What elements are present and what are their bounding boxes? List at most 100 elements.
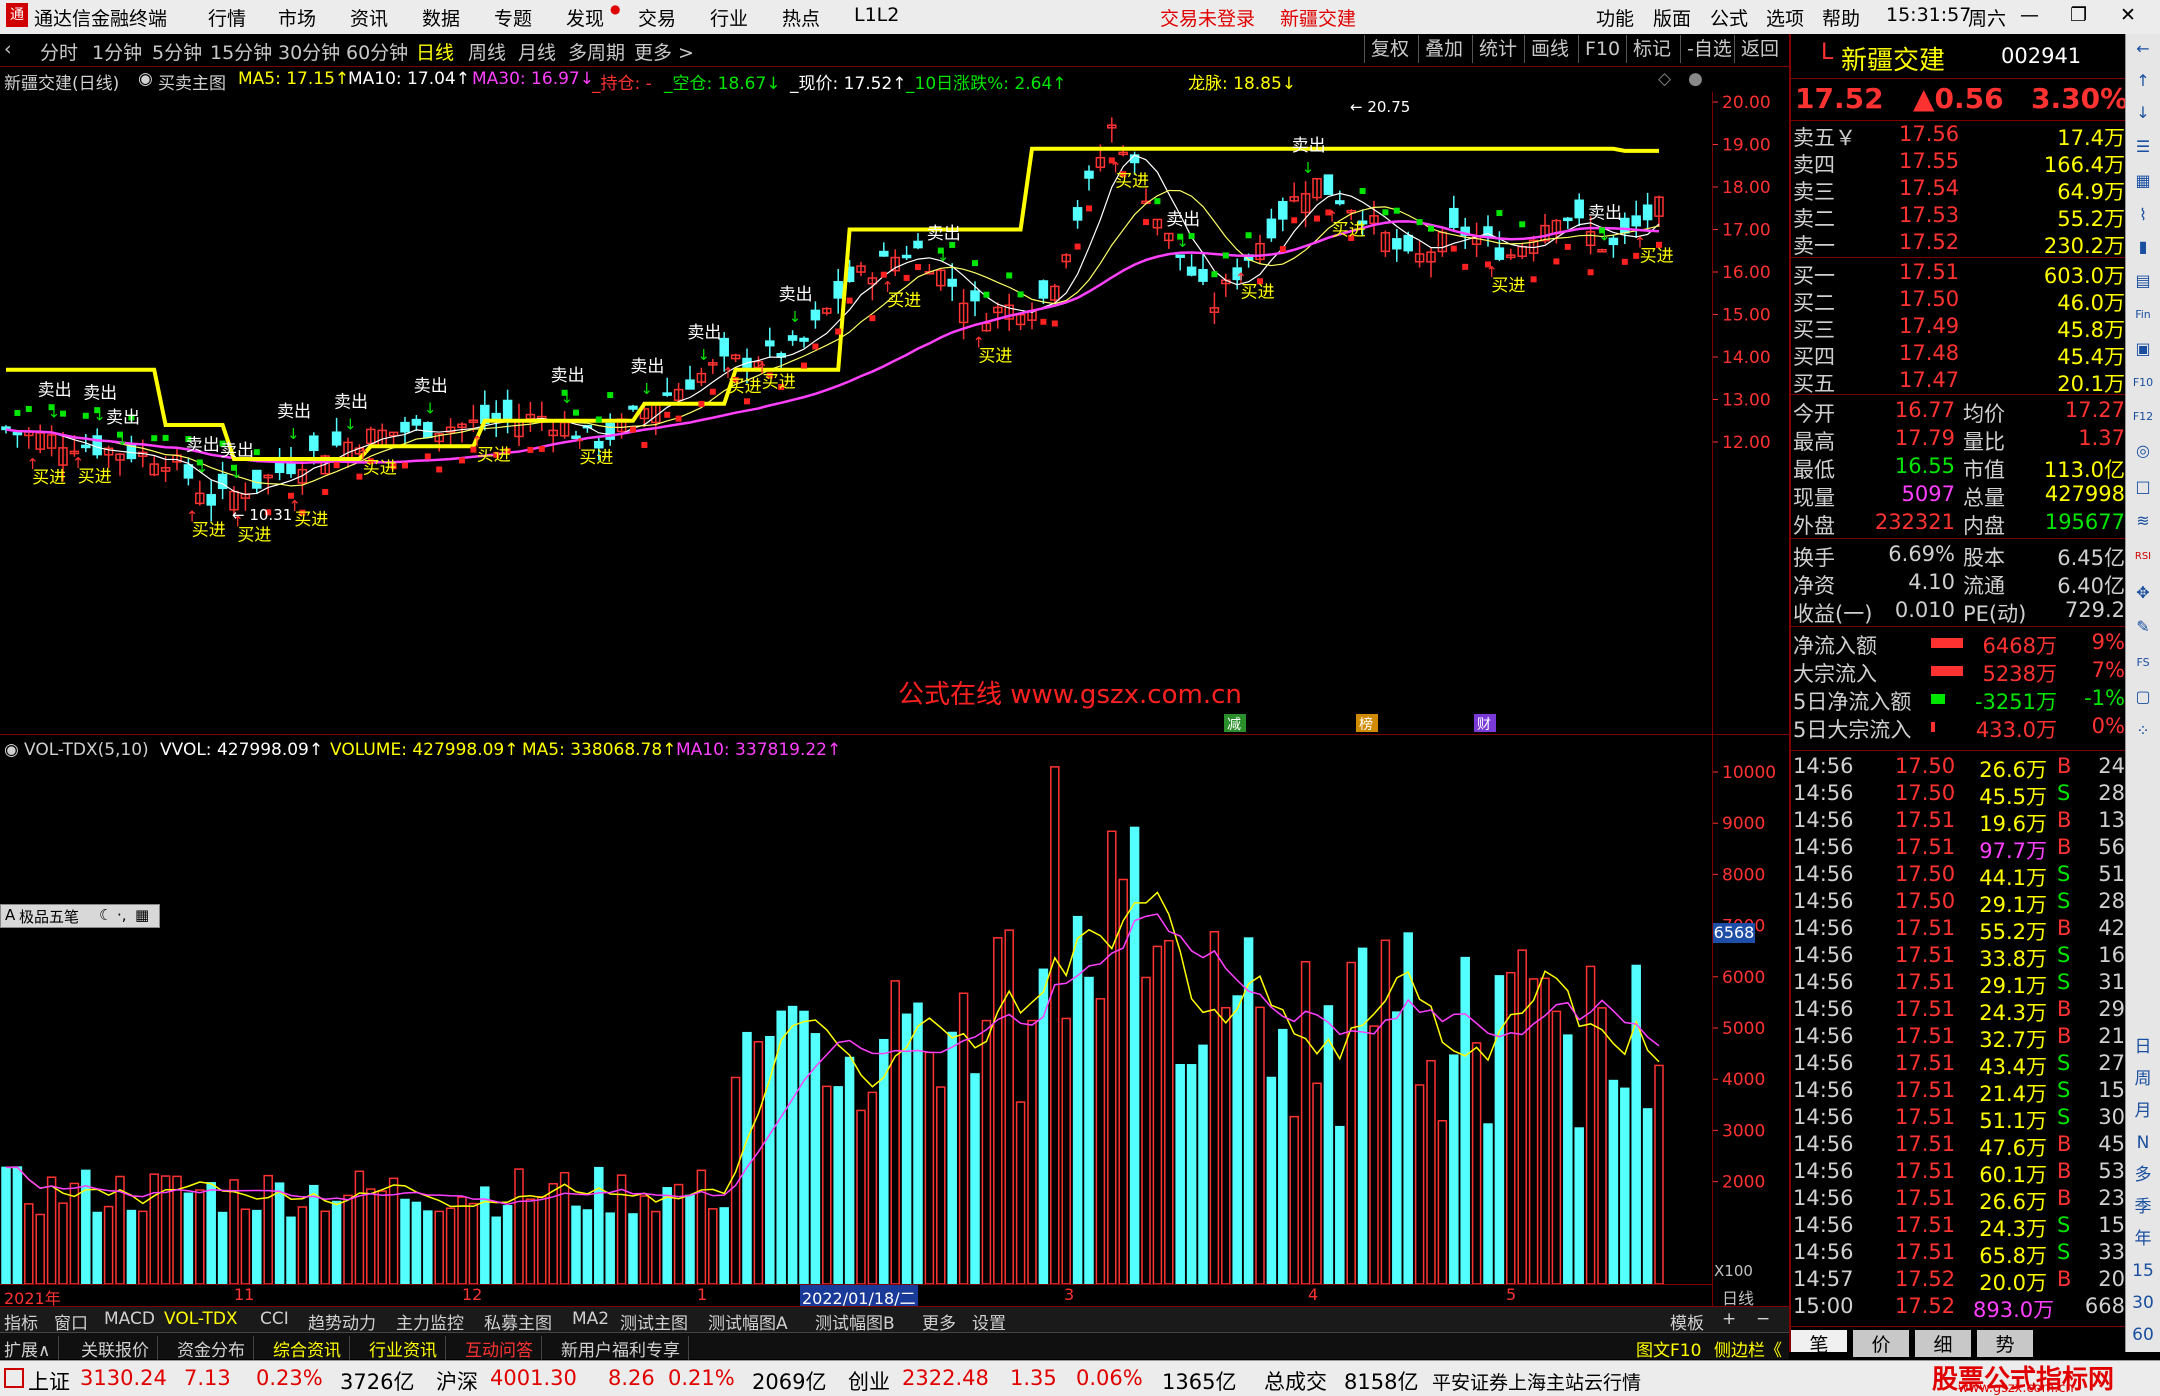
ext-tab-6[interactable]: 新用户福利专享: [561, 1336, 689, 1361]
add-tab-icon[interactable]: +: [1722, 1309, 1736, 1329]
stat-row[interactable]: 外盘 232321 内盘 195677: [1791, 510, 2127, 538]
btn-diejia[interactable]: 叠加: [1418, 35, 1463, 63]
menu-banmian[interactable]: 版面: [1653, 4, 1691, 31]
period-30min[interactable]: 30分钟: [278, 38, 340, 65]
tab-xi[interactable]: 细: [1915, 1330, 1971, 1357]
tick-row[interactable]: 14:56 17.51 51.1万 S 30: [1791, 1105, 2127, 1133]
stat-row[interactable]: 今开 16.77 均价 17.27: [1791, 398, 2127, 426]
tick-row[interactable]: 14:56 17.51 55.2万 B 42: [1791, 916, 2127, 944]
btn-f10[interactable]: F10: [1578, 35, 1620, 63]
table-icon[interactable]: ▤: [2130, 268, 2156, 294]
menu-faxian[interactable]: 发现: [566, 4, 604, 31]
login-status[interactable]: 交易未登录: [1160, 4, 1255, 31]
minimize-icon[interactable]: —: [2020, 4, 2039, 26]
indicator-tab-7[interactable]: 私募主图: [484, 1309, 552, 1334]
bid-row[interactable]: 买三 17.49 45.8万: [1791, 314, 2127, 342]
indicator-tab-0[interactable]: 指标: [4, 1309, 38, 1334]
period-1min[interactable]: 1分钟: [92, 38, 142, 65]
tick-row[interactable]: 14:56 17.51 19.6万 B 13: [1791, 808, 2127, 836]
bid-row[interactable]: 买二 17.50 46.0万: [1791, 287, 2127, 315]
indicator-tab-6[interactable]: 主力监控: [396, 1309, 464, 1334]
broker-label[interactable]: 平安证券上海主站云行情: [1432, 1368, 1641, 1395]
indicator-tab-8[interactable]: MA2: [572, 1309, 609, 1329]
menu-jiaoyi[interactable]: 交易: [638, 4, 676, 31]
dot-grid-icon[interactable]: ⁘: [2130, 718, 2156, 744]
period-60min[interactable]: 60分钟: [346, 38, 408, 65]
fin-icon[interactable]: Fin: [2130, 302, 2156, 328]
doc-icon[interactable]: ▣: [2130, 336, 2156, 362]
period-icon-6[interactable]: 年: [2130, 1226, 2156, 1252]
indicator-tab-2[interactable]: MACD: [104, 1309, 155, 1329]
square-icon[interactable]: ▢: [2130, 684, 2156, 710]
gear-icon[interactable]: ◉: [4, 740, 19, 760]
menu-l1l2[interactable]: L1L2: [854, 4, 899, 26]
ask-row[interactable]: 卖三 17.54 64.9万: [1791, 176, 2127, 204]
cy-label[interactable]: 创业: [848, 1366, 890, 1396]
ask-row[interactable]: 卖一 17.52 230.2万: [1791, 230, 2127, 258]
tick-row[interactable]: 14:56 17.50 29.1万 S 28: [1791, 889, 2127, 917]
ext-tab-0[interactable]: 扩展∧: [4, 1336, 60, 1361]
indicator-tab-13[interactable]: 设置: [972, 1309, 1006, 1334]
period-icon-1[interactable]: 周: [2130, 1066, 2156, 1092]
tab-bi[interactable]: 笔: [1791, 1330, 1847, 1356]
hs-label[interactable]: 沪深: [436, 1366, 478, 1396]
menu-redian[interactable]: 热点: [782, 4, 820, 31]
stat-row[interactable]: 收益(一) 0.010 PE(动) 729.2: [1791, 598, 2127, 626]
sh-label[interactable]: 上证: [28, 1366, 70, 1396]
diamond-icon[interactable]: ◇: [1658, 69, 1671, 89]
ext-tab-1[interactable]: 关联报价: [81, 1336, 158, 1361]
arrow-down-icon[interactable]: ↓: [2130, 100, 2156, 126]
period-daily[interactable]: 日线: [416, 38, 454, 65]
f10-icon[interactable]: F10: [2130, 370, 2156, 396]
ask-row[interactable]: 卖四 17.55 166.4万: [1791, 149, 2127, 177]
menu-hangye[interactable]: 行业: [710, 4, 748, 31]
btn-tongji[interactable]: 统计: [1472, 35, 1517, 63]
btn-zixuan[interactable]: -自选: [1680, 35, 1732, 63]
ext-tab-2[interactable]: 资金分布: [177, 1336, 254, 1361]
stat-row[interactable]: 最低 16.55 市值 113.0亿: [1791, 454, 2127, 482]
target-icon[interactable]: ◎: [2130, 438, 2156, 464]
list-icon[interactable]: ☰: [2130, 134, 2156, 160]
period-fenshi[interactable]: 分时: [40, 38, 78, 65]
menu-bangzhu[interactable]: 帮助: [1822, 4, 1860, 31]
period-icon-8[interactable]: 30: [2130, 1290, 2156, 1316]
bid-row[interactable]: 买一 17.51 603.0万: [1791, 260, 2127, 288]
flow-row[interactable]: 大宗流入 5238万 7%: [1791, 658, 2127, 686]
stat-row[interactable]: 最高 17.79 量比 1.37: [1791, 426, 2127, 454]
tick-row[interactable]: 14:56 17.51 29.1万 S 31: [1791, 970, 2127, 998]
pane-divider[interactable]: [0, 734, 1789, 735]
tick-row[interactable]: 14:56 17.51 33.8万 S 16: [1791, 943, 2127, 971]
f12-icon[interactable]: F12: [2130, 404, 2156, 430]
period-weekly[interactable]: 周线: [468, 38, 506, 65]
menu-gongshi[interactable]: 公式: [1710, 4, 1748, 31]
tick-row[interactable]: 14:56 17.50 45.5万 S 28: [1791, 781, 2127, 809]
stat-row[interactable]: 净资 4.10 流通 6.40亿: [1791, 570, 2127, 598]
period-icon-7[interactable]: 15: [2130, 1258, 2156, 1284]
rsi-icon[interactable]: RSI: [2130, 544, 2156, 570]
stat-row[interactable]: 换手 6.69% 股本 6.45亿: [1791, 542, 2127, 570]
ask-row[interactable]: 卖二 17.53 55.2万: [1791, 203, 2127, 231]
tick-row[interactable]: 14:57 17.52 20.0万 B 20: [1791, 1267, 2127, 1295]
indicator-tab-10[interactable]: 测试幅图A: [708, 1309, 788, 1334]
stock-name[interactable]: 新疆交建: [1841, 40, 1945, 77]
tick-row[interactable]: 15:00 17.52 893.0万 668: [1791, 1294, 2127, 1322]
flow-row[interactable]: 净流入额 6468万 9%: [1791, 630, 2127, 658]
indicator-tab-11[interactable]: 测试幅图B: [815, 1309, 895, 1334]
tick-row[interactable]: 14:56 17.51 97.7万 B 56: [1791, 835, 2127, 863]
menu-gongneng[interactable]: 功能: [1596, 4, 1634, 31]
period-multi[interactable]: 多周期: [568, 38, 625, 65]
period-5min[interactable]: 5分钟: [152, 38, 202, 65]
tick-row[interactable]: 14:56 17.51 26.6万 B 23: [1791, 1186, 2127, 1214]
indicator-tab-9[interactable]: 测试主图: [620, 1309, 688, 1334]
period-15min[interactable]: 15分钟: [210, 38, 272, 65]
dot-icon[interactable]: ●: [1688, 69, 1703, 89]
period-icon-3[interactable]: N: [2130, 1130, 2156, 1156]
indicator-name[interactable]: 买卖主图: [158, 69, 226, 94]
menu-zixun[interactable]: 资讯: [350, 4, 388, 31]
period-more[interactable]: 更多 >: [634, 38, 694, 65]
stat-row[interactable]: 现量 5097 总量 427998: [1791, 482, 2127, 510]
menu-shuju[interactable]: 数据: [422, 4, 460, 31]
tick-row[interactable]: 14:56 17.51 60.1万 B 53: [1791, 1159, 2127, 1187]
indicator-tab-12[interactable]: 更多: [922, 1309, 956, 1334]
flow-row[interactable]: 5日净流入额 -3251万 -1%: [1791, 686, 2127, 714]
